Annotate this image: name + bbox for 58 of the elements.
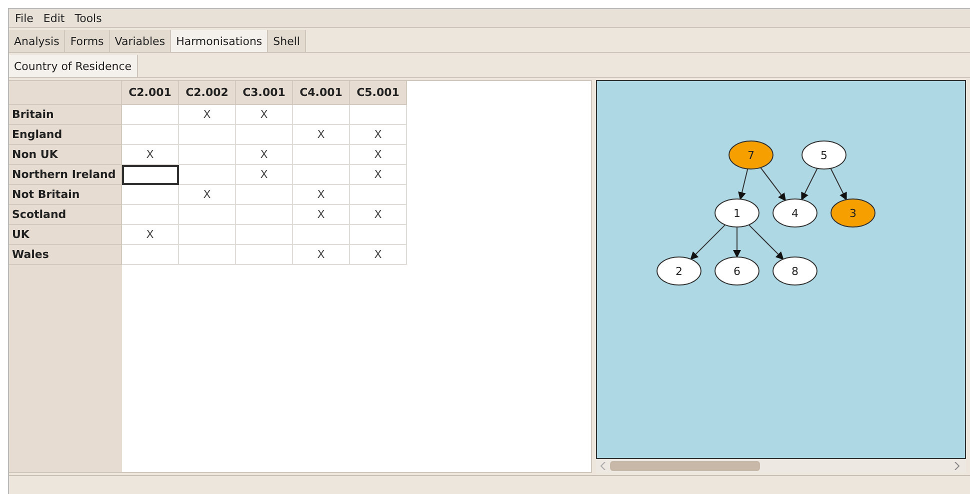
row-header: Non UK [9, 145, 122, 165]
graph-node[interactable]: 1 [714, 198, 760, 228]
graph-node[interactable]: 4 [772, 198, 818, 228]
table-cell[interactable]: X [236, 165, 293, 185]
table-cell[interactable]: X [236, 105, 293, 125]
table-cell[interactable]: X [293, 125, 350, 145]
row-header: England [9, 125, 122, 145]
table-cell[interactable] [122, 165, 179, 185]
table-cell[interactable]: X [122, 225, 179, 245]
menu-item[interactable]: File [15, 12, 34, 24]
edge-arrow [690, 224, 726, 260]
scroll-thumb[interactable] [610, 461, 760, 472]
edge-arrow [738, 168, 748, 200]
horizontal-scrollbar[interactable] [596, 459, 966, 473]
table-cell[interactable]: X [350, 125, 407, 145]
table-cell[interactable]: X [122, 145, 179, 165]
row-header: Britain [9, 105, 122, 125]
graph-node[interactable]: 6 [714, 256, 760, 286]
tab[interactable]: Shell [268, 30, 306, 52]
edge-arrow [830, 168, 847, 201]
edge-arrow [748, 224, 784, 260]
scroll-right-icon[interactable] [954, 462, 962, 470]
table-cell[interactable]: X [350, 165, 407, 185]
row-header: Not Britain [9, 185, 122, 205]
tab[interactable]: Country of Residence [9, 55, 138, 77]
graph-node[interactable]: 8 [772, 256, 818, 286]
column-header: C4.001 [293, 81, 350, 105]
table-cell[interactable]: X [179, 105, 236, 125]
row-header: Wales [9, 245, 122, 265]
graph-node[interactable]: 2 [656, 256, 702, 286]
column-header: C2.001 [122, 81, 179, 105]
table-cell[interactable]: X [236, 145, 293, 165]
edge-arrow [801, 168, 818, 201]
tab[interactable]: Forms [65, 30, 110, 52]
graph-node[interactable]: 7 [728, 140, 774, 170]
menu-item[interactable]: Edit [43, 12, 65, 24]
column-header: C5.001 [350, 81, 407, 105]
tab[interactable]: Variables [110, 30, 172, 52]
column-header: C2.002 [179, 81, 236, 105]
edge-arrow [733, 226, 741, 258]
scroll-left-icon[interactable] [600, 462, 608, 470]
tab[interactable]: Analysis [9, 30, 66, 52]
column-header: C3.001 [236, 81, 293, 105]
table-cell[interactable]: X [179, 185, 236, 205]
tab[interactable]: Harmonisations [171, 30, 268, 52]
table-cell[interactable]: X [293, 245, 350, 265]
row-header: UK [9, 225, 122, 245]
table-cell[interactable]: X [293, 185, 350, 205]
table-cell[interactable]: X [350, 145, 407, 165]
graph-node[interactable]: 5 [802, 140, 846, 170]
row-header: Scotland [9, 205, 122, 225]
table-cell[interactable]: X [293, 205, 350, 225]
edge-arrow [760, 167, 786, 202]
table-cell[interactable]: X [350, 205, 407, 225]
graph-node[interactable]: 3 [830, 198, 876, 228]
menu-item[interactable]: Tools [74, 12, 102, 24]
row-header: Northern Ireland [9, 165, 122, 185]
table-cell[interactable]: X [350, 245, 407, 265]
